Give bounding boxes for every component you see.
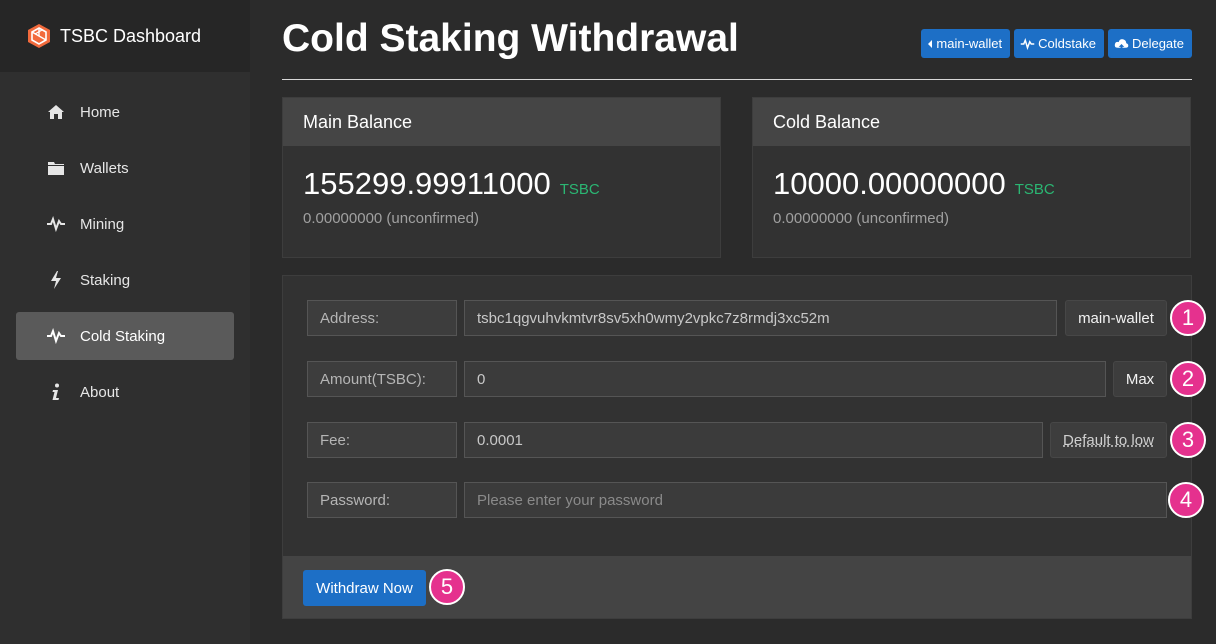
delegate-button-label: Delegate [1131,36,1184,51]
sidebar-item-label: Mining [80,215,125,233]
card-title: Main Balance [283,98,720,146]
sidebar-item-label: Cold Staking [80,327,166,345]
sidebar-item-label: Home [80,103,121,121]
main-wallet-button-label: main-wallet [936,36,1003,51]
address-label: Address: [307,300,457,336]
home-icon [46,102,66,122]
step-badge: 1 [1170,300,1206,336]
coldstake-button-label: Coldstake [1038,36,1096,51]
balance-value: 10000.00000000 [773,166,1006,201]
sidebar-item-label: Wallets [80,159,129,177]
amount-label: Amount(TSBC): [307,361,457,397]
title-divider [282,79,1192,80]
fee-input[interactable] [464,422,1043,458]
main-balance-card: Main Balance 155299.99911000 TSBC 0.0000… [282,97,721,258]
address-input[interactable] [464,300,1057,336]
unconfirmed-balance: 0.00000000 (unconfirmed) [773,210,949,227]
step-badge: 2 [1170,361,1206,397]
sidebar-item-label: Staking [80,271,131,289]
sidebar-item-mining[interactable]: Mining [16,200,234,248]
address-row: Address: main-wallet 1 [307,300,1207,336]
sidebar: TSBC Dashboard Home Wallets Mining Staki… [0,0,250,644]
password-label: Password: [307,482,457,518]
balance-unit: TSBC [1014,181,1055,198]
fee-label: Fee: [307,422,457,458]
balance-value: 155299.99911000 [303,166,551,201]
main-wallet-select-button[interactable]: main-wallet [1065,300,1167,336]
main-wallet-button[interactable]: main-wallet [921,29,1011,58]
brand[interactable]: TSBC Dashboard [0,0,250,72]
unconfirmed-balance: 0.00000000 (unconfirmed) [303,210,479,227]
header-actions: main-wallet Coldstake Delegate [921,29,1192,58]
amount-input[interactable] [464,361,1106,397]
cloud-icon [1114,38,1129,50]
tsbc-logo-icon [28,24,50,48]
pulse-icon [46,326,66,346]
sidebar-item-staking[interactable]: Staking [16,256,234,304]
sidebar-item-label: About [80,383,120,401]
cold-balance-card: Cold Balance 10000.00000000 TSBC 0.00000… [752,97,1191,258]
sidebar-item-wallets[interactable]: Wallets [16,144,234,192]
default-to-low-button[interactable]: Default to low [1050,422,1167,458]
sidebar-item-cold-staking[interactable]: Cold Staking [16,312,234,360]
max-button[interactable]: Max [1113,361,1167,397]
caret-left-icon [928,39,933,48]
withdraw-form: Address: main-wallet 1 Amount(TSBC): Max… [282,275,1206,619]
pulse-icon [46,214,66,234]
password-input[interactable] [464,482,1167,518]
step-badge: 3 [1170,422,1206,458]
pulse-icon [1020,37,1035,50]
bolt-icon [46,270,66,290]
fee-row: Fee: Default to low 3 [307,422,1207,458]
delegate-button[interactable]: Delegate [1107,29,1192,58]
sidebar-nav: Home Wallets Mining Staking Cold Staking [0,72,250,416]
balance-unit: TSBC [559,181,600,198]
main-content: Cold Staking Withdrawal main-wallet Cold… [282,0,1206,644]
password-row: Password: 4 [307,482,1207,518]
sidebar-item-about[interactable]: About [16,368,234,416]
withdraw-now-button[interactable]: Withdraw Now [303,570,426,606]
card-title: Cold Balance [753,98,1190,146]
info-icon [46,382,66,402]
form-footer: Withdraw Now 5 [283,556,1191,618]
sidebar-item-home[interactable]: Home [16,88,234,136]
step-badge: 5 [429,569,465,605]
amount-row: Amount(TSBC): Max 2 [307,361,1207,397]
step-badge: 4 [1168,482,1204,518]
brand-title: TSBC Dashboard [60,25,202,46]
folder-icon [46,158,66,178]
page-title: Cold Staking Withdrawal [282,17,739,60]
coldstake-button[interactable]: Coldstake [1014,29,1104,58]
